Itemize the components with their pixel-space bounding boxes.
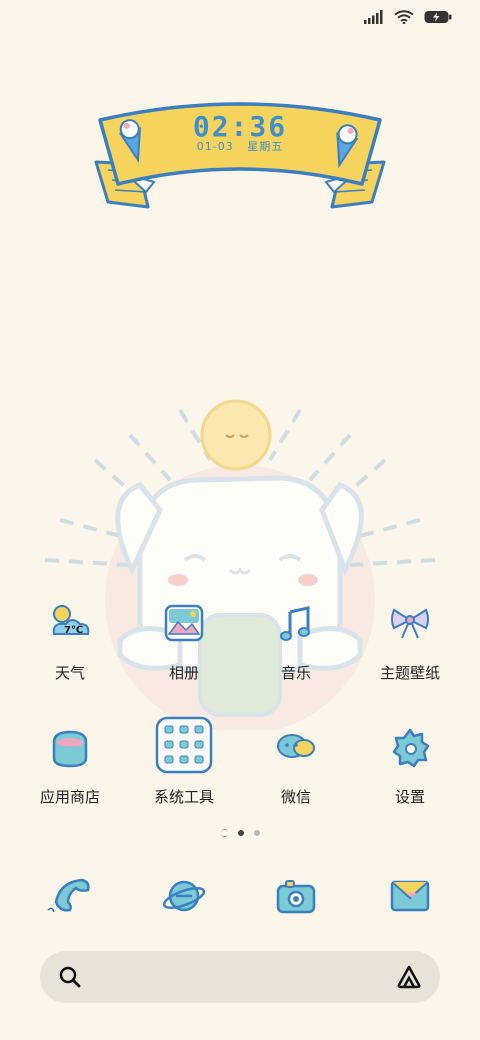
app-theme[interactable]: 主题壁纸	[350, 600, 470, 683]
music-icon	[280, 606, 310, 641]
page-indicator-menu-icon	[220, 829, 228, 837]
page-indicator[interactable]	[0, 829, 480, 837]
app-label: 应用商店	[39, 788, 100, 806]
browser-icon	[162, 880, 206, 912]
app-weather[interactable]: 7℃ 天气	[10, 600, 130, 683]
weather-temp: 7℃	[64, 625, 83, 636]
wechat-icon	[277, 734, 315, 758]
folder-icon	[155, 716, 213, 774]
clock-date: 01-03 星期五	[88, 138, 392, 154]
gear-icon	[392, 728, 430, 768]
messages-icon	[390, 880, 430, 912]
app-label: 音乐	[280, 664, 311, 682]
app-store-icon	[52, 730, 88, 768]
dock-messages[interactable]	[350, 872, 470, 920]
app-label: 天气	[54, 664, 85, 682]
app-store[interactable]: 应用商店	[10, 724, 130, 807]
theme-bow-icon	[391, 608, 429, 639]
weather-icon: 7℃	[52, 605, 90, 636]
page-dot	[253, 830, 260, 836]
date-value: 01-03	[196, 140, 234, 153]
clock-widget[interactable]: 02:36 01-03 星期五	[88, 92, 392, 222]
app-music[interactable]: 音乐	[236, 600, 356, 683]
app-label: 系统工具	[153, 788, 214, 806]
dock-phone[interactable]	[10, 872, 130, 920]
search-icon	[59, 966, 81, 988]
wifi-icon	[394, 10, 414, 24]
phone-icon	[47, 878, 90, 913]
weekday-value: 星期五	[247, 140, 284, 153]
app-wechat[interactable]: 微信	[236, 724, 356, 807]
app-gallery[interactable]: 相册	[124, 600, 244, 683]
app-label: 主题壁纸	[379, 664, 440, 682]
signal-icon	[364, 10, 383, 24]
dock-camera[interactable]	[236, 872, 356, 920]
app-label: 微信	[280, 788, 311, 806]
page-dot-current	[237, 830, 244, 836]
app-label: 相册	[168, 664, 199, 682]
folder-system-tools[interactable]: 系统工具	[124, 716, 244, 807]
assistant-icon[interactable]	[396, 964, 422, 990]
status-bar	[364, 10, 452, 24]
app-settings[interactable]: 设置	[350, 724, 470, 807]
app-label: 设置	[394, 788, 425, 806]
dock-browser[interactable]	[124, 872, 244, 920]
gallery-icon	[164, 604, 204, 642]
camera-icon	[276, 880, 316, 914]
search-bar[interactable]	[40, 951, 440, 1003]
battery-charging-icon	[424, 11, 452, 23]
